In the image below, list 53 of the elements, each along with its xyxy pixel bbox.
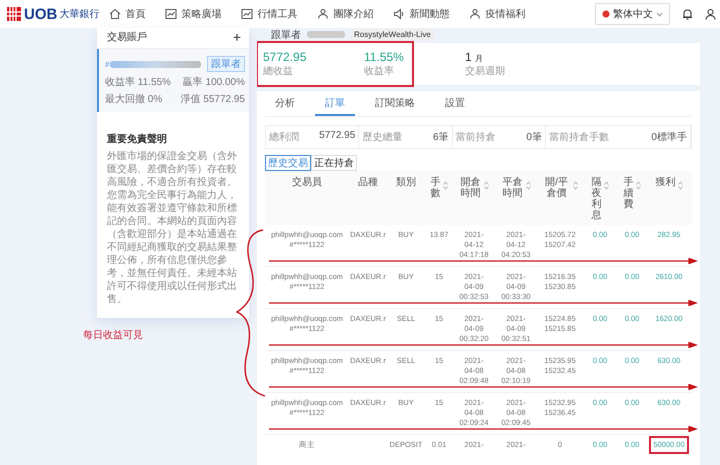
column-header: 隔夜利息 (591, 177, 602, 221)
panel-title: 交易賬戶 (107, 30, 147, 44)
annotation-text: 每日收益可見 (83, 329, 144, 342)
nav-link[interactable]: 策略廣場 (165, 7, 222, 21)
account-stat: 收益率 11.55% (105, 76, 171, 89)
column-header: 獲利 (656, 177, 676, 188)
stat-label: 交易週期 (465, 64, 506, 78)
nav-link[interactable]: 疫情福利 (469, 7, 526, 21)
stat-label: 收益率 (364, 64, 395, 78)
column-header: 手數 (430, 177, 441, 199)
column-header: 交易員 (292, 177, 322, 188)
account-number: # (105, 60, 110, 68)
nav-link[interactable]: 首頁 (109, 7, 146, 21)
summary-value: 0筆 (526, 131, 542, 144)
logo-text: UOB (24, 6, 58, 22)
summary-value: 0標準手 (651, 130, 687, 144)
summary-value: 6筆 (433, 131, 449, 144)
disclaimer-text: 外匯市場的保證金交易（含外匯交易、差價合約等）存在較高風險，不適合所有投資者。您需為完全民事行為能力人，能有效簽署並遵守條款和所標記的合同。本網站的頁面內容（含歡迎部分）是本站通過在不同經紀商獲取的交易結果整理公佈，所有信息僅供您參考，並無任何責任。未經本站許可不得使用或以任何形式出售。 (107, 150, 238, 306)
tab[interactable]: 分析 (265, 91, 305, 116)
tab[interactable]: 設置 (435, 91, 475, 116)
nav-link[interactable]: 行情工具 (241, 7, 298, 21)
stat-value: 11.55% (364, 50, 405, 64)
nav-link[interactable]: 新聞動態 (393, 7, 450, 21)
column-header: 手續費 (623, 177, 634, 210)
add-button[interactable]: + (232, 30, 241, 44)
account-stat: 最大回撤 0% (105, 92, 162, 106)
summary-label: 當前持倉手數 (548, 130, 609, 144)
tab[interactable]: 訂單 (315, 91, 355, 116)
account-item[interactable]: # 跟單者 收益率 11.55% 贏率 100.00% 最大回撤 0% 淨值 55772.95 (97, 49, 249, 112)
follower-label: 跟單者 (271, 28, 301, 42)
column-header: 開倉時間 (460, 177, 482, 199)
stat-label: 總收益 (263, 65, 294, 78)
account-stat: 淨值 55772.95 (180, 93, 245, 106)
column-header: 品種 (358, 177, 378, 188)
tab[interactable]: 歷史交易 (265, 155, 311, 171)
account-tag: RosystyleWealth-Live (351, 29, 434, 40)
nav-link[interactable]: 團隊介紹 (317, 7, 374, 21)
language-select[interactable]: 繁体中文 (595, 3, 670, 25)
account-stat: 贏率 100.00% (182, 76, 245, 89)
summary-value: 5772.95 (319, 130, 356, 143)
summary-label: 歷史總量 (362, 130, 402, 144)
role-tag: 跟單者 (207, 56, 245, 72)
stat-value: 1 月 (465, 50, 484, 64)
tab[interactable]: 正在持倉 (311, 155, 357, 171)
tab[interactable]: 訂閱策略 (365, 91, 425, 116)
column-header: 平倉時間 (502, 177, 524, 199)
disclaimer-title: 重要免責聲明 (107, 132, 168, 146)
summary-label: 當前持倉 (456, 130, 496, 144)
summary-label: 總利潤 (269, 130, 299, 144)
column-header: 類別 (396, 177, 416, 188)
logo-subtitle: 大華銀行 (59, 8, 100, 21)
column-header: 開/平倉價 (544, 177, 569, 199)
stat-value: 5772.95 (263, 50, 308, 64)
